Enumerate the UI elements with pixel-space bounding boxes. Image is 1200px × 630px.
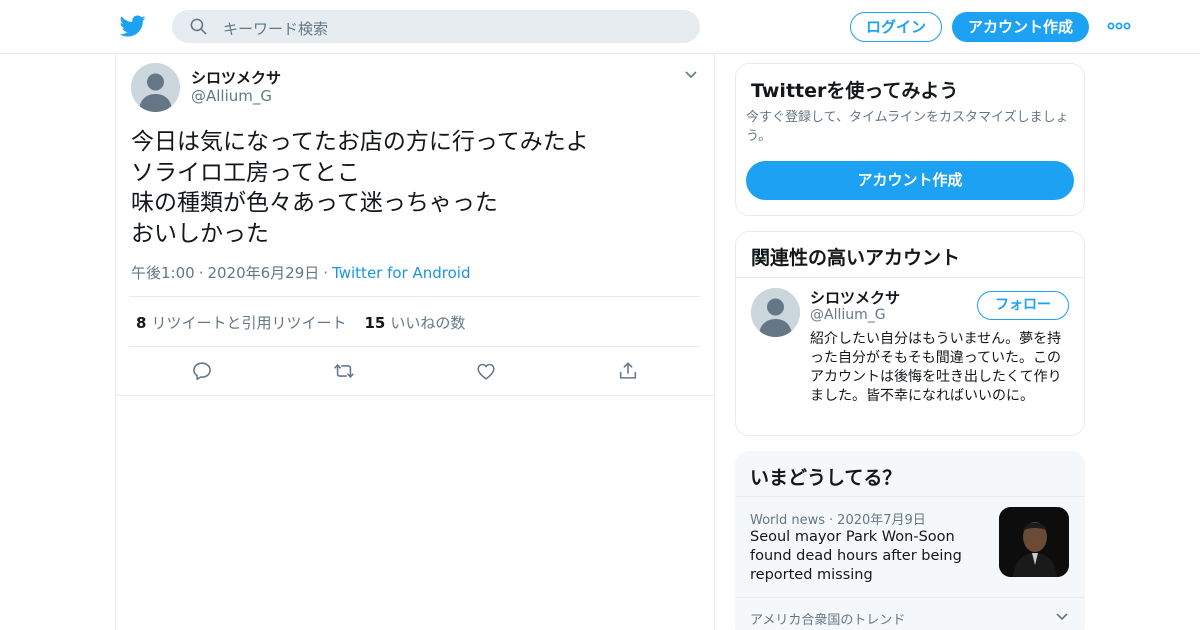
twitter-bird-icon[interactable]	[119, 13, 147, 39]
trends-location-label: アメリカ合衆国のトレンド	[750, 613, 906, 628]
tweet-date[interactable]: 2020年6月29日	[207, 264, 319, 282]
tweet-stats: 8 リツイートと引用リツイート 15 いいねの数	[136, 312, 465, 333]
chevron-down-icon[interactable]	[684, 70, 698, 80]
search-icon	[190, 18, 207, 35]
news-meta: World news · 2020年7月9日	[750, 513, 926, 528]
retweet-icon[interactable]	[333, 360, 355, 382]
avatar[interactable]	[751, 288, 800, 337]
related-accounts-title: 関連性の高いアカウント	[751, 247, 961, 269]
retweet-count: 8	[136, 314, 147, 332]
divider	[735, 496, 1085, 497]
signup-card: Twitterを使ってみよう 今すぐ登録して、タイムラインをカスタマイズしましょ…	[735, 63, 1085, 216]
tweet-detail-column: シロツメクサ @Allium_G 今日は気になってたお店の方に行ってみたよ ソラ…	[115, 54, 715, 630]
like-stat[interactable]: 15 いいねの数	[364, 314, 465, 332]
divider	[116, 395, 714, 396]
like-icon[interactable]	[475, 360, 497, 382]
divider	[736, 277, 1084, 278]
divider	[735, 597, 1085, 598]
follow-button[interactable]: フォロー	[977, 291, 1069, 320]
whats-happening-card: いまどうしてる？ World news · 2020年7月9日 Seoul mayo…	[735, 451, 1085, 630]
create-account-button[interactable]: アカウント作成	[746, 161, 1074, 200]
share-icon[interactable]	[617, 360, 639, 382]
tweet-metadata: 午後1:00 · 2020年6月29日 · Twitter for Android	[131, 264, 471, 282]
signup-button[interactable]: アカウント作成	[952, 12, 1089, 42]
related-accounts-card: 関連性の高いアカウント シロツメクサ @Allium_G フォロー 紹介したい自…	[735, 231, 1085, 436]
news-thumbnail[interactable]	[999, 507, 1069, 577]
search-input[interactable]: キーワード検索	[223, 18, 328, 39]
tweet-text-line: 味の種類が色々あって迷っちゃった	[131, 190, 498, 216]
divider	[129, 346, 700, 347]
tweet-time[interactable]: 午後1:00	[131, 264, 195, 282]
top-navigation-bar: キーワード検索 ログイン アカウント作成	[0, 0, 1200, 54]
like-stat-label: いいねの数	[390, 314, 466, 332]
more-options-icon[interactable]	[1106, 17, 1132, 35]
avatar[interactable]	[131, 63, 180, 112]
login-button[interactable]: ログイン	[850, 12, 942, 42]
divider	[129, 296, 700, 297]
tweet-author-name[interactable]: シロツメクサ	[191, 67, 281, 88]
like-count: 15	[364, 314, 386, 332]
signup-card-title: Twitterを使ってみよう	[751, 80, 959, 102]
tweet-author-handle[interactable]: @Allium_G	[191, 87, 272, 105]
signup-card-description: 今すぐ登録して、タイムラインをカスタマイズしましょう。	[746, 110, 1069, 144]
tweet-source-link[interactable]: Twitter for Android	[332, 264, 470, 282]
news-category: World news	[750, 513, 826, 528]
related-account-bio: 紹介したい自分はもういません。夢を持った自分がそもそも間違っていた。このアカウン…	[810, 331, 1062, 404]
search-bar[interactable]: キーワード検索	[172, 10, 700, 43]
related-account-name[interactable]: シロツメクサ	[810, 287, 900, 308]
retweet-stat[interactable]: 8 リツイートと引用リツイート	[136, 314, 346, 332]
retweet-stat-label: リツイートと引用リツイート	[151, 314, 347, 332]
news-date: 2020年7月9日	[837, 513, 926, 528]
tweet-text: 今日は気になってたお店の方に行ってみたよ ソライロ工房ってとこ 味の種類が色々あ…	[131, 127, 691, 249]
tweet-text-line: おいしかった	[131, 220, 269, 247]
whats-happening-title: いまどうしてる？	[750, 467, 902, 489]
tweet-text-line: ソライロ工房ってとこ	[131, 159, 360, 186]
reply-icon[interactable]	[191, 360, 213, 382]
tweet-text-line: 今日は気になってたお店の方に行ってみたよ	[131, 129, 589, 155]
news-headline[interactable]: Seoul mayor Park Won-Soon found dead hou…	[750, 528, 990, 585]
related-account-handle[interactable]: @Allium_G	[810, 307, 886, 323]
chevron-down-icon[interactable]	[1055, 612, 1069, 622]
